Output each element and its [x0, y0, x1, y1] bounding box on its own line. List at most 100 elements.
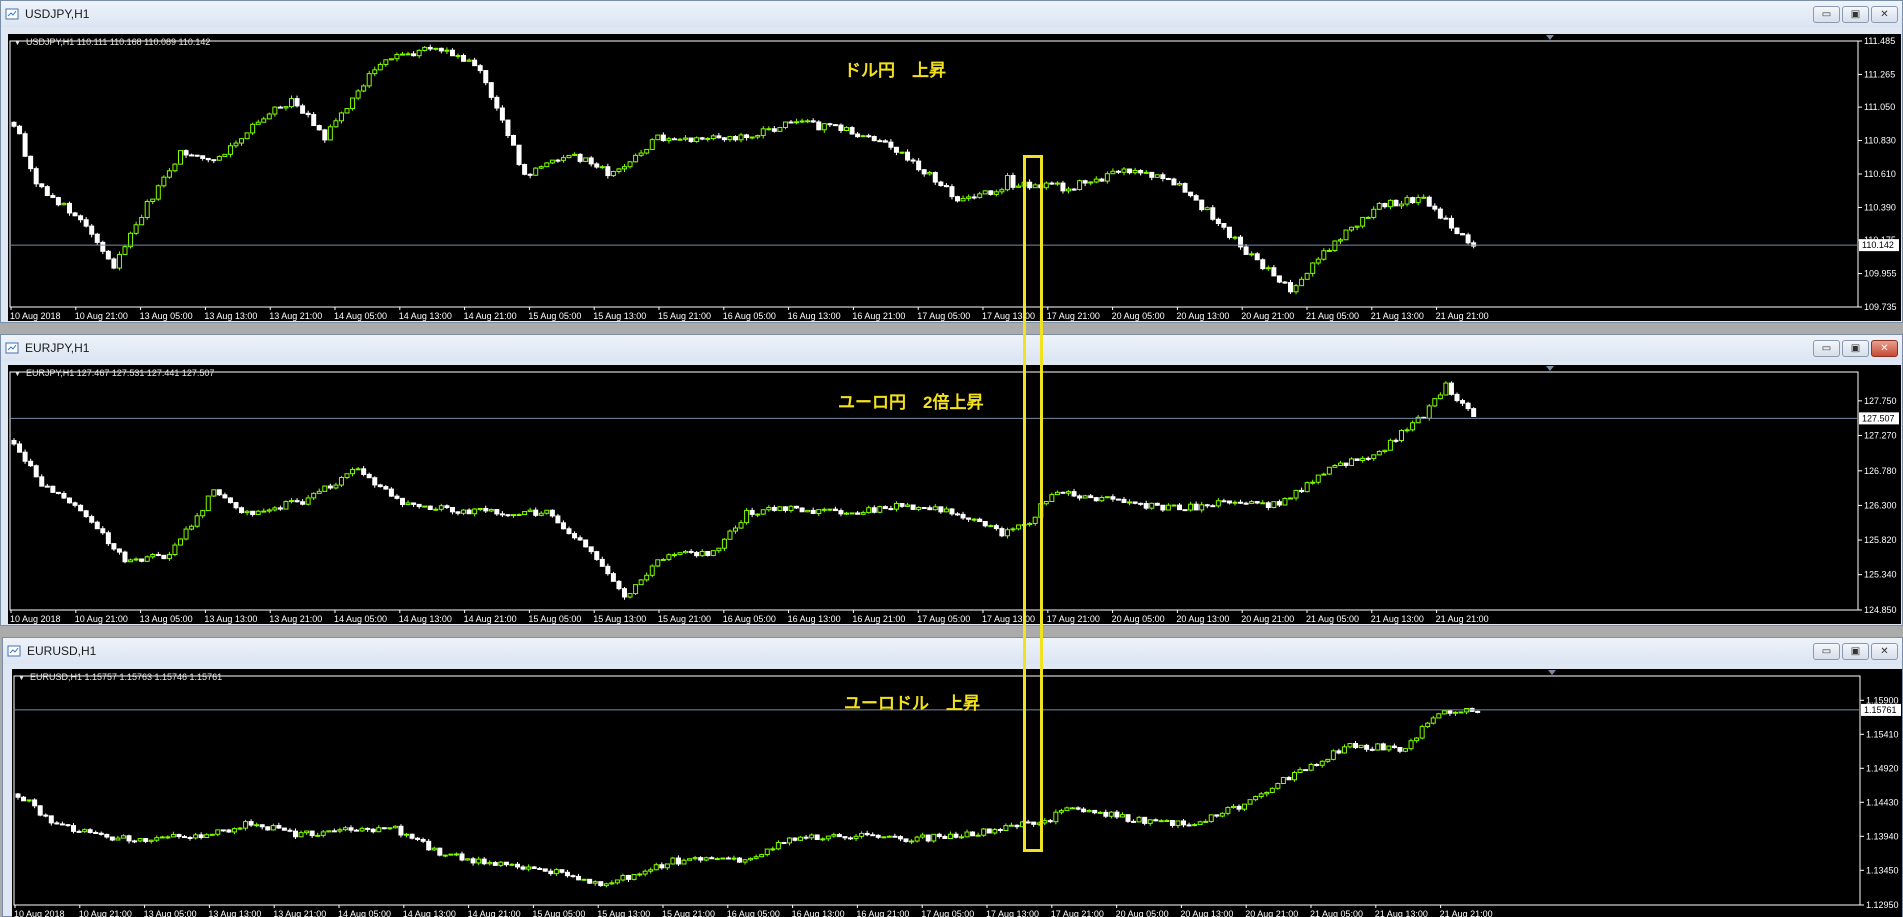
- candle-body: [94, 521, 100, 530]
- window-titlebar[interactable]: USDJPY,H1 ▭ ▣ ✕: [1, 1, 1902, 27]
- candle-body: [55, 197, 61, 206]
- candle: [1192, 823, 1198, 827]
- candle-body: [1336, 750, 1342, 754]
- candle: [94, 520, 100, 530]
- minimize-button[interactable]: ▭: [1813, 340, 1840, 357]
- candle: [1086, 809, 1092, 813]
- candle: [33, 464, 39, 478]
- candle: [871, 135, 877, 142]
- candle: [300, 499, 306, 506]
- candle: [1299, 276, 1305, 287]
- candle: [982, 190, 988, 195]
- restore-button[interactable]: ▣: [1842, 340, 1869, 357]
- close-button[interactable]: ✕: [1871, 6, 1898, 23]
- candle: [542, 868, 548, 872]
- candle: [1010, 527, 1016, 532]
- candle: [261, 116, 267, 123]
- price-chart[interactable]: 111.485 111.265 111.050 110.830 110.610 110.3…: [8, 34, 1901, 321]
- candle: [143, 837, 149, 844]
- candle-body: [1047, 820, 1053, 823]
- candle: [150, 553, 156, 559]
- candle-body: [200, 510, 206, 517]
- candle: [449, 48, 455, 57]
- candle: [211, 489, 217, 497]
- candle-body: [455, 55, 461, 58]
- candle: [433, 507, 439, 511]
- minimize-button[interactable]: ▭: [1813, 643, 1840, 660]
- candle: [1286, 776, 1292, 781]
- candle: [1341, 744, 1347, 754]
- candle: [681, 858, 687, 865]
- candle: [916, 158, 922, 172]
- candle: [1260, 500, 1266, 505]
- close-button[interactable]: ✕: [1871, 340, 1898, 357]
- candle-body: [448, 853, 454, 856]
- window-titlebar[interactable]: EURUSD,H1 ▭ ▣ ✕: [3, 638, 1902, 664]
- candle-body: [372, 69, 378, 75]
- candle-body: [1443, 217, 1449, 220]
- candle-body: [172, 544, 178, 556]
- candle-body: [916, 507, 922, 510]
- candle: [1387, 199, 1393, 210]
- candle: [627, 160, 633, 169]
- close-button[interactable]: ✕: [1871, 643, 1898, 660]
- restore-button[interactable]: ▣: [1842, 6, 1869, 23]
- candle: [1354, 458, 1360, 461]
- candle: [577, 535, 583, 541]
- candle-body: [738, 134, 744, 141]
- candle: [494, 95, 500, 111]
- candle-body: [1225, 807, 1231, 814]
- candle-body: [182, 836, 187, 839]
- chart-window-usdjpy[interactable]: USDJPY,H1 ▭ ▣ ✕ 111.485 111.265 111.050 110…: [0, 0, 1903, 323]
- candle: [909, 839, 915, 845]
- candle: [881, 836, 887, 839]
- candle: [794, 505, 800, 509]
- candle: [555, 513, 561, 524]
- chart-window-eurusd[interactable]: EURUSD,H1 ▭ ▣ ✕ 1.15900 1.15410 1.14920 1.1…: [2, 637, 1903, 917]
- chart-window-eurjpy[interactable]: EURJPY,H1 ▭ ▣ ✕ 127.750 127.270 126.780 126…: [0, 334, 1903, 626]
- candle: [354, 828, 360, 832]
- price-chart[interactable]: 1.15900 1.15410 1.14920 1.14430 1.13940 1.134…: [12, 669, 1902, 917]
- candle: [727, 529, 733, 540]
- candle-body: [633, 584, 639, 595]
- candle-body: [337, 829, 343, 832]
- candle-body: [444, 49, 450, 52]
- candle: [87, 828, 93, 834]
- candle-body: [39, 476, 45, 487]
- candle: [1337, 237, 1343, 245]
- price-label: 109.735: [1864, 302, 1897, 312]
- candle-body: [853, 835, 859, 840]
- restore-button[interactable]: ▣: [1842, 643, 1869, 660]
- window-titlebar[interactable]: EURJPY,H1 ▭ ▣ ✕: [1, 335, 1902, 361]
- candle: [1280, 776, 1286, 784]
- candle-body: [893, 502, 899, 510]
- candle: [320, 830, 326, 838]
- candle: [705, 551, 711, 557]
- triangle-down-icon: ▼: [14, 40, 21, 47]
- candle-body: [1425, 722, 1431, 728]
- candle-body: [111, 258, 117, 269]
- candle: [333, 118, 339, 128]
- candle: [1169, 820, 1175, 828]
- candle-body: [39, 183, 45, 188]
- candle-body: [233, 142, 239, 147]
- candle-body: [738, 522, 744, 529]
- candle-body: [1332, 465, 1338, 468]
- candle: [755, 134, 761, 140]
- candle: [1053, 809, 1059, 825]
- candle: [161, 554, 167, 560]
- candle-body: [1448, 382, 1454, 395]
- candle: [309, 830, 315, 838]
- minimize-button[interactable]: ▭: [1813, 6, 1840, 23]
- candle: [515, 862, 520, 870]
- candle: [1387, 438, 1393, 451]
- candle: [33, 166, 39, 187]
- candle: [533, 167, 539, 176]
- candle: [422, 46, 428, 52]
- candle: [172, 542, 178, 557]
- price-chart[interactable]: 127.750 127.270 126.780 126.300 125.820 125.3…: [8, 365, 1901, 624]
- candle-body: [725, 857, 731, 860]
- candle: [727, 135, 733, 142]
- time-label: 16 Aug 21:00: [852, 614, 905, 624]
- time-label: 17 Aug 21:00: [1047, 614, 1100, 624]
